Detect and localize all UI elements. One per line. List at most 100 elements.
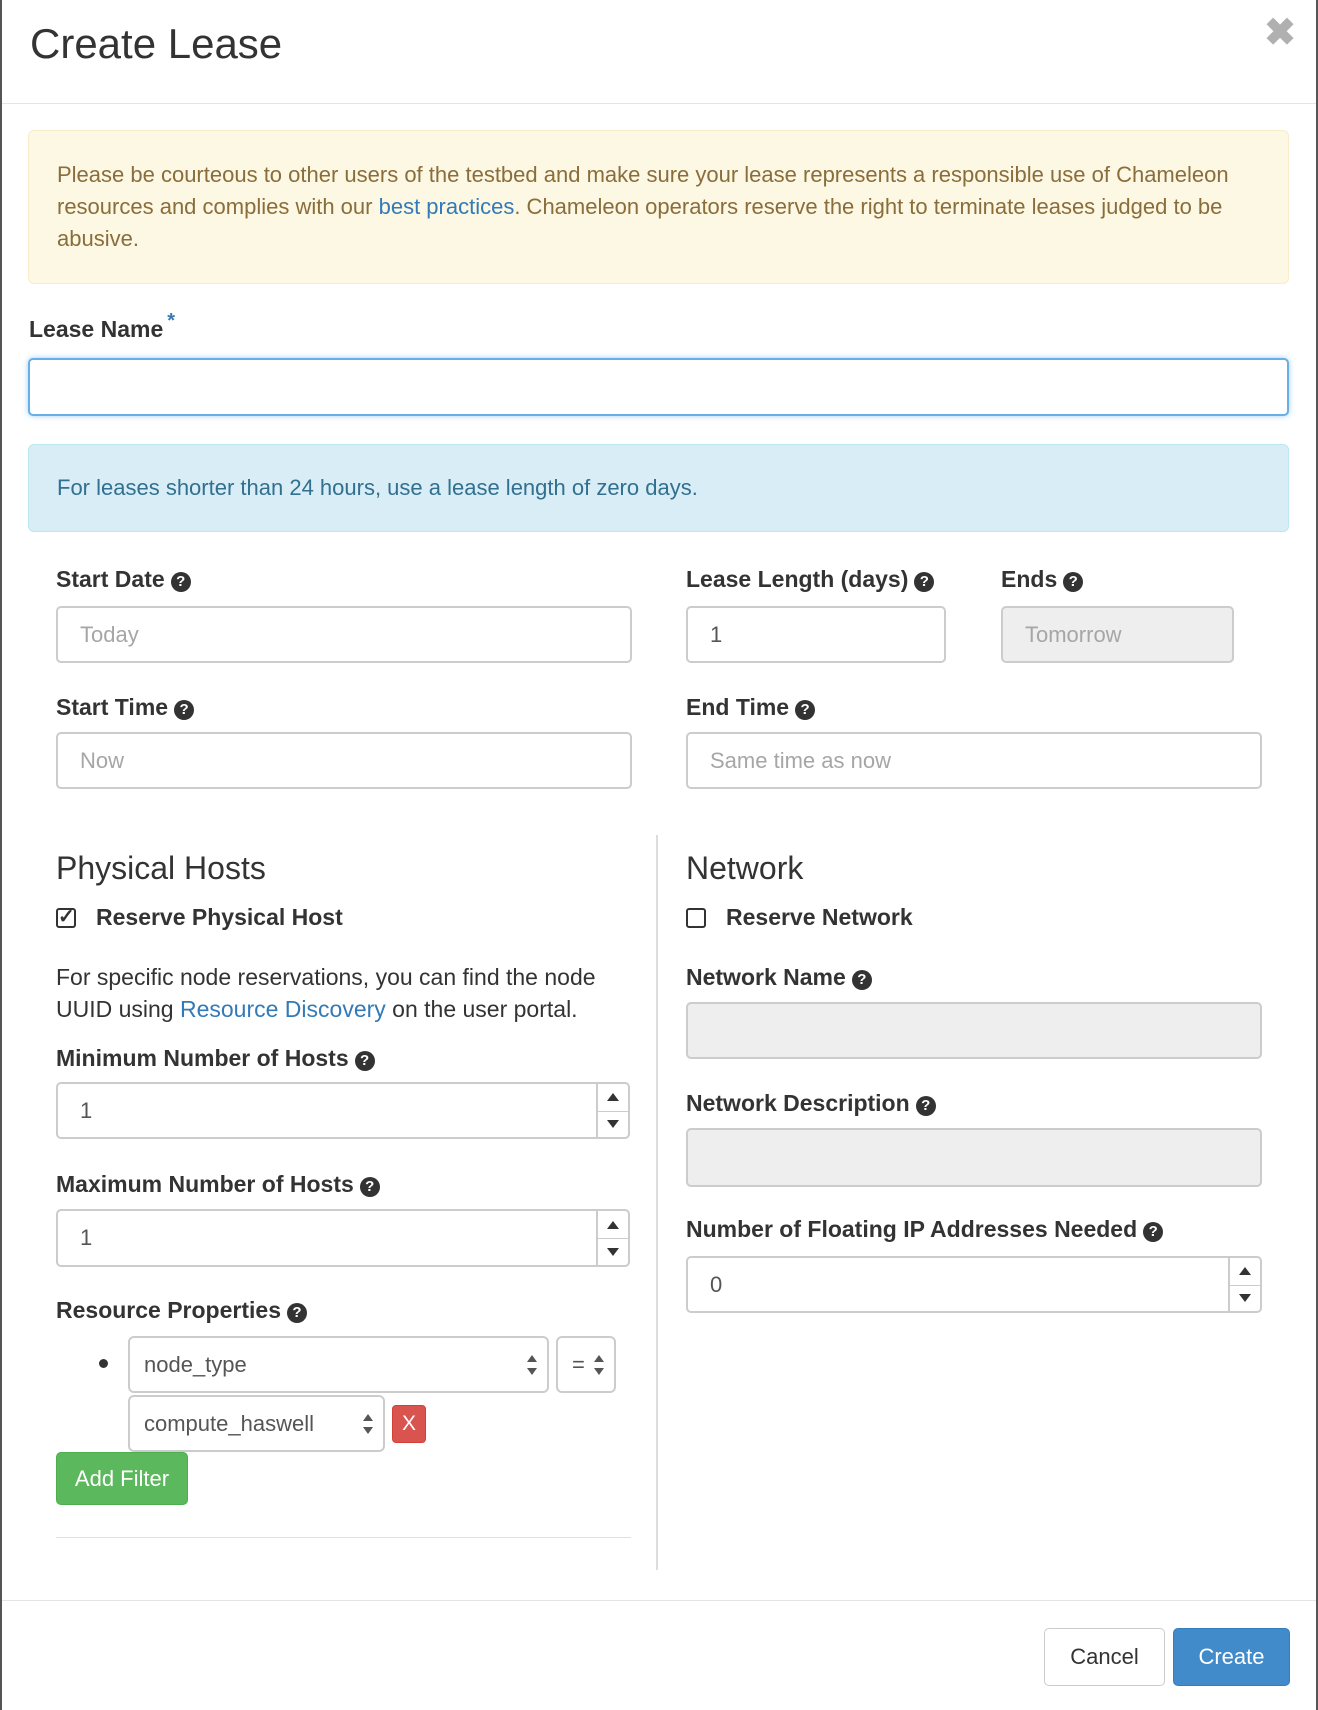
help-icon[interactable]: ? [915,1096,936,1116]
value-select-value: compute_haswell [144,1410,314,1436]
max-hosts-stepper[interactable]: 1 [56,1209,630,1267]
footer-divider [2,1600,1316,1601]
select-arrows-icon [594,1354,604,1375]
max-hosts-label: Maximum Number of Hosts? [56,1171,380,1198]
modal-header: Create Lease ✖ [2,0,1316,104]
lease-name-input[interactable] [28,358,1289,416]
help-icon[interactable]: ? [354,1051,375,1071]
start-date-label: Start Date? [56,566,191,593]
network-description-input [686,1128,1262,1187]
cancel-button[interactable]: Cancel [1044,1628,1165,1686]
floating-ip-stepper[interactable]: 0 [686,1256,1262,1313]
reserve-network-label: Reserve Network [726,904,913,930]
min-hosts-stepper[interactable]: 1 [56,1082,630,1139]
network-name-input [686,1002,1262,1059]
decrement-button[interactable] [598,1238,628,1265]
help-icon[interactable]: ? [174,700,195,720]
start-date-label-text: Start Date [56,566,165,592]
ends-label: Ends? [1001,566,1084,593]
caret-down-icon [607,1247,619,1256]
reserve-network-checkbox[interactable] [686,907,706,928]
helper-text-after: on the user portal. [385,996,578,1022]
required-marker: * [167,310,176,332]
help-icon[interactable]: ? [851,970,872,990]
increment-button[interactable] [598,1211,628,1239]
column-divider [656,835,658,1570]
decrement-button[interactable] [1230,1285,1260,1312]
property-select-value: node_type [144,1351,247,1377]
best-practices-link[interactable]: best practices [379,194,515,219]
decrement-button[interactable] [598,1111,628,1138]
floating-ip-input[interactable]: 0 [686,1256,1228,1313]
reserve-physical-host-label: Reserve Physical Host [96,904,343,930]
network-description-label: Network Description? [686,1090,936,1117]
min-hosts-input[interactable]: 1 [56,1082,596,1139]
caret-up-icon [1239,1267,1251,1276]
info-text: For leases shorter than 24 hours, use a … [57,475,698,500]
network-name-label-text: Network Name [686,964,846,990]
start-time-label-text: Start Time [56,694,169,720]
start-time-label: Start Time? [56,694,195,721]
property-select[interactable]: node_type [128,1336,549,1393]
reserve-network-row[interactable]: Reserve Network [686,904,913,931]
lease-length-label-text: Lease Length (days) [686,566,909,592]
caret-down-icon [607,1119,619,1128]
max-hosts-spin-buttons [596,1209,630,1267]
lease-length-info: For leases shorter than 24 hours, use a … [28,444,1289,532]
start-date-input[interactable] [56,606,632,663]
reserve-physical-host-row[interactable]: Reserve Physical Host [56,904,343,931]
network-description-label-text: Network Description [686,1090,910,1116]
network-title: Network [686,850,804,886]
max-hosts-input[interactable]: 1 [56,1209,596,1267]
floating-ip-label: Number of Floating IP Addresses Needed? [686,1216,1164,1243]
filter-bullet [99,1359,108,1368]
increment-button[interactable] [1230,1258,1260,1286]
resource-discovery-link[interactable]: Resource Discovery [180,996,386,1022]
modal-title: Create Lease [30,20,283,67]
add-filter-button[interactable]: Add Filter [56,1452,188,1505]
min-hosts-label: Minimum Number of Hosts? [56,1045,375,1072]
help-icon[interactable]: ? [914,572,935,592]
window-left-edge [0,0,2,1710]
ends-label-text: Ends [1001,566,1058,592]
help-icon[interactable]: ? [1063,572,1084,592]
floating-ip-spin-buttons [1228,1256,1262,1313]
section-divider [56,1537,631,1538]
help-icon[interactable]: ? [1143,1222,1164,1242]
increment-button[interactable] [598,1084,628,1112]
caret-up-icon [607,1093,619,1102]
help-icon[interactable]: ? [359,1177,380,1197]
resource-properties-label-text: Resource Properties [56,1297,281,1323]
select-arrows-icon [527,1354,537,1375]
lease-length-label: Lease Length (days)? [686,566,935,593]
help-icon[interactable]: ? [286,1303,307,1323]
ends-input [1001,606,1234,663]
end-time-label-text: End Time [686,694,790,720]
create-button[interactable]: Create [1173,1628,1290,1686]
min-hosts-spin-buttons [596,1082,630,1139]
physical-hosts-title: Physical Hosts [56,850,266,886]
operator-select[interactable]: = [556,1336,616,1393]
start-time-input[interactable] [56,732,632,789]
max-hosts-label-text: Maximum Number of Hosts [56,1171,354,1197]
reserve-physical-host-checkbox[interactable] [56,904,76,929]
floating-ip-label-text: Number of Floating IP Addresses Needed [686,1216,1138,1242]
help-icon[interactable]: ? [170,572,191,592]
end-time-input[interactable] [686,732,1262,789]
lease-length-input[interactable] [686,606,946,663]
remove-filter-button[interactable]: X [392,1405,426,1443]
close-icon[interactable]: ✖ [1264,14,1296,52]
select-arrows-icon [363,1413,373,1434]
node-reservation-help: For specific node reservations, you can … [56,961,636,1025]
operator-select-value: = [572,1351,585,1377]
help-icon[interactable]: ? [795,700,816,720]
value-select[interactable]: compute_haswell [128,1395,385,1452]
end-time-label: End Time? [686,694,816,721]
caret-down-icon [1239,1293,1251,1302]
caret-up-icon [607,1220,619,1229]
min-hosts-label-text: Minimum Number of Hosts [56,1045,349,1071]
resource-properties-label: Resource Properties? [56,1297,307,1324]
courtesy-notice: Please be courteous to other users of th… [28,130,1289,284]
lease-name-label: Lease Name * [29,310,175,343]
network-name-label: Network Name? [686,964,872,991]
